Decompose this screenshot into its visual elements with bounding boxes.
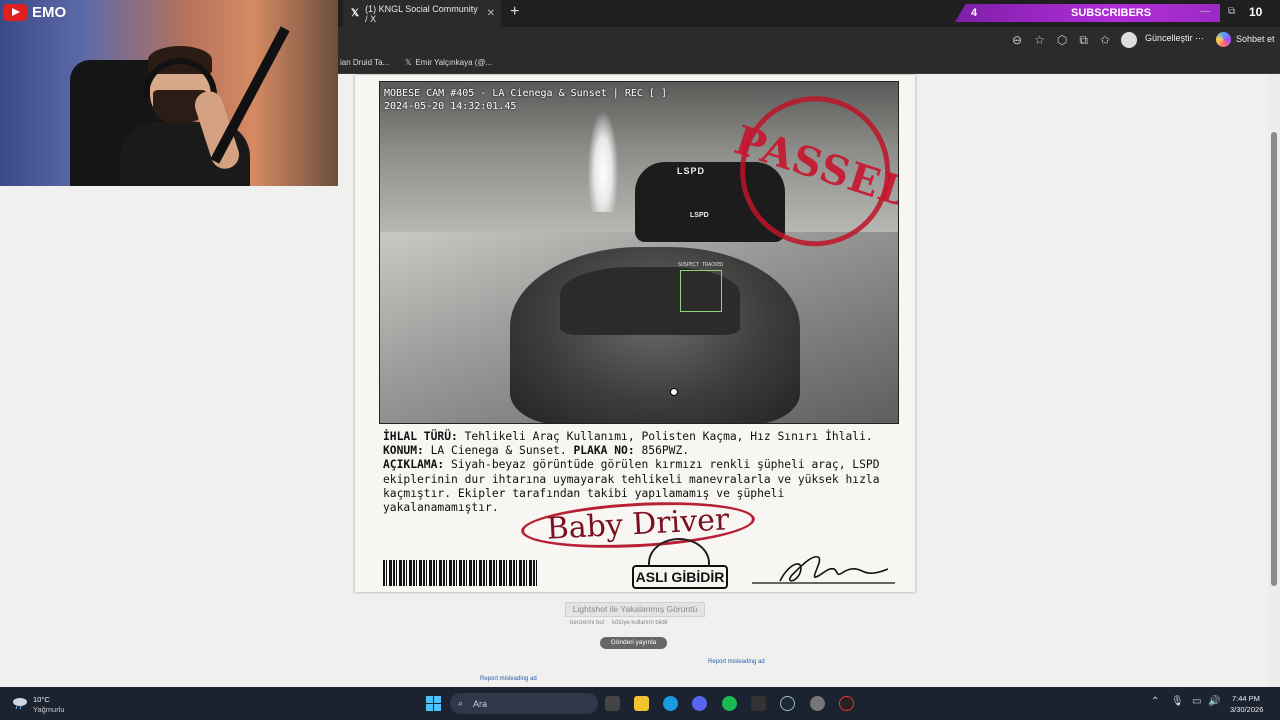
- rain-cloud-icon[interactable]: [12, 696, 28, 710]
- x-logo-icon: 𝕏: [405, 58, 412, 67]
- extensions-icon[interactable]: ⬡: [1057, 33, 1067, 48]
- bookmark-item[interactable]: ian Druid Ta...: [340, 58, 389, 67]
- split-screen-icon[interactable]: ⧉: [1079, 33, 1088, 48]
- search-placeholder: Ara: [473, 698, 488, 709]
- subscriber-banner: 4 SUBSCRIBERS: [955, 4, 1220, 22]
- taskbar-search[interactable]: ⌕ Ara: [450, 693, 598, 714]
- zoom-icon[interactable]: ⊖: [1012, 33, 1022, 48]
- bookmark-label: ian Druid Ta...: [340, 58, 390, 67]
- scrollbar-thumb[interactable]: [1271, 132, 1277, 586]
- x-logo-icon: 𝕏: [351, 8, 360, 19]
- screen: 𝕏 (1) KNGL Social Community / X ✕ + 4 SU…: [0, 0, 1280, 720]
- tracker-label: SUSPECT TRACKED: [678, 262, 724, 268]
- minimize-icon[interactable]: —: [1200, 6, 1210, 17]
- camera-photo: LSPD LSPD SUSPECT TRACKED MOBESE CAM #40…: [379, 81, 899, 424]
- signature: [752, 555, 895, 584]
- tracker-box: [680, 270, 722, 312]
- copilot-icon[interactable]: [1216, 32, 1231, 47]
- find-similar-link[interactable]: benzerini bul: [570, 620, 604, 626]
- settings-icon[interactable]: [810, 696, 825, 711]
- webcam-overlay: EMO: [0, 0, 338, 186]
- tray-overflow-icon[interactable]: ⌃: [1151, 696, 1159, 707]
- lightshot-caption: Lightshot ile Yakalanmış Görüntü: [565, 602, 705, 617]
- location-value: LA Cienega & Sunset.: [423, 444, 574, 458]
- tab-close-icon[interactable]: ✕: [487, 8, 495, 19]
- screenshot-image: LSPD LSPD SUSPECT TRACKED MOBESE CAM #40…: [355, 75, 915, 592]
- windows-start-icon[interactable]: [426, 696, 441, 711]
- network-icon[interactable]: ▭: [1192, 696, 1201, 707]
- report-ad-link[interactable]: Report misleading ad: [480, 676, 537, 682]
- location-label: KONUM:: [383, 444, 424, 458]
- update-button[interactable]: Güncelleştir ⋯: [1145, 33, 1204, 44]
- violation-label: İHLAL TÜRÜ:: [383, 430, 458, 443]
- volume-icon[interactable]: 🔊: [1208, 696, 1220, 707]
- bookmark-label: Emir Yalçınkaya (@...: [415, 58, 493, 67]
- favorites-icon[interactable]: ✩: [1100, 33, 1110, 48]
- profile-avatar[interactable]: [1121, 32, 1137, 48]
- tab-title: (1) KNGL Social Community / X: [365, 3, 478, 24]
- favorite-star-icon[interactable]: ☆: [1034, 33, 1045, 48]
- weather-description[interactable]: Yağmurlu: [33, 705, 65, 714]
- search-icon: ⌕: [458, 698, 464, 708]
- plate-label: PLAKA NO:: [573, 444, 635, 458]
- seal-text: ASLI GİBİDİR: [632, 565, 728, 589]
- steam-icon[interactable]: [780, 696, 795, 711]
- subscriber-count: 4: [971, 7, 978, 19]
- edge-icon[interactable]: [663, 696, 678, 711]
- restore-icon[interactable]: ⧉: [1228, 6, 1235, 17]
- report-abuse-link[interactable]: kötüye kullanım bildir: [612, 620, 668, 626]
- weather-temperature[interactable]: 10°C: [33, 695, 50, 704]
- chat-button[interactable]: Sohbet et: [1236, 34, 1275, 44]
- post-button[interactable]: Gönderi yayınla: [600, 637, 667, 649]
- taskbar: 10°C Yağmurlu ⌕ Ara ⌃ 🎙 ▭ 🔊 7:44 PM 3/30…: [0, 687, 1280, 720]
- microphone-icon[interactable]: 🎙: [1171, 696, 1184, 707]
- police-car-label-rear: LSPD: [690, 212, 709, 219]
- camera-timestamp: 2024-05-20 14:32:01.45: [384, 101, 517, 112]
- discord-icon[interactable]: [692, 696, 707, 711]
- youtube-badge: EMO: [3, 4, 66, 21]
- new-tab-button[interactable]: +: [510, 3, 519, 21]
- police-car-label: LSPD: [677, 166, 706, 176]
- terminal-icon[interactable]: [751, 696, 766, 711]
- description-label: AÇIKLAMA:: [383, 458, 445, 472]
- camera-header: MOBESE CAM #405 - LA Cienega & Sunset | …: [384, 88, 667, 99]
- hydrant-spray: [588, 112, 618, 212]
- app-icon[interactable]: [839, 696, 854, 711]
- youtube-icon: [3, 4, 27, 21]
- violation-value: Tehlikeli Araç Kullanımı, Polisten Kaçma…: [457, 430, 873, 443]
- toolbar-icons: ⊖ ☆ ⬡ ⧉ ✩: [1012, 33, 1110, 48]
- file-explorer-icon[interactable]: [634, 696, 649, 711]
- camera-overlay-text: MOBESE CAM #405 - LA Cienega & Sunset | …: [384, 87, 667, 113]
- suspect-car: [510, 247, 800, 423]
- streamer-name: EMO: [32, 4, 67, 21]
- cursor-icon: [670, 388, 678, 396]
- barcode: [383, 560, 538, 586]
- tab-kngl[interactable]: 𝕏 (1) KNGL Social Community / X ✕: [343, 0, 501, 27]
- spotify-icon[interactable]: [722, 696, 737, 711]
- clock-date[interactable]: 3/30/2026: [1230, 705, 1263, 714]
- task-view-icon[interactable]: [605, 696, 620, 711]
- bookmark-item[interactable]: 𝕏 Emir Yalçınkaya (@...: [405, 58, 492, 67]
- official-seal: ASLI GİBİDİR: [630, 538, 730, 590]
- overlay-corner-value: 10: [1249, 5, 1263, 19]
- plate-value: 856PWZ.: [634, 444, 690, 458]
- subscriber-label: SUBSCRIBERS: [1071, 7, 1152, 19]
- report-ad-link[interactable]: Report misleading ad: [708, 659, 765, 665]
- lightshot-links: benzerini bul kötüye kullanım bildir: [570, 620, 668, 626]
- clock-time[interactable]: 7:44 PM: [1232, 694, 1260, 703]
